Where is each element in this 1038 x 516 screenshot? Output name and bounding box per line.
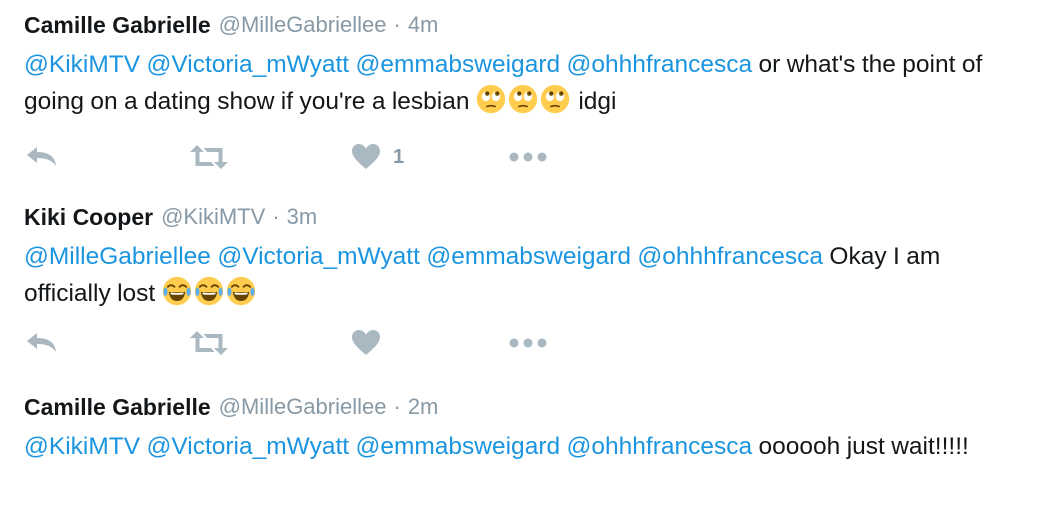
tweet-text: @MilleGabriellee @Victoria_mWyatt @emmab… (24, 238, 1018, 312)
rolling-eyes-emoji-icon (508, 84, 538, 114)
author-handle[interactable]: @KikiMTV (161, 204, 265, 230)
tweet-actions (24, 323, 584, 363)
reply-button[interactable] (24, 137, 58, 177)
retweet-icon (190, 331, 228, 355)
mention-link[interactable]: @Victoria_mWyatt (147, 433, 350, 460)
reply-icon (27, 333, 56, 352)
mention-link[interactable]: @ohhhfrancesca (637, 243, 823, 270)
tweet[interactable]: Camille Gabrielle @MilleGabriellee · 2m … (24, 388, 1018, 465)
mention-link[interactable]: @emmabsweigard (355, 51, 560, 78)
tears-of-joy-emoji-icon (194, 276, 223, 306)
reply-icon (27, 147, 56, 166)
mention-link[interactable]: @Victoria_mWyatt (147, 51, 350, 78)
separator-dot: · (393, 394, 401, 419)
mention-link[interactable]: @ohhhfrancesca (567, 433, 753, 460)
more-button[interactable] (508, 137, 548, 177)
mention-link[interactable]: @KikiMTV (24, 51, 140, 78)
tweet-text: @KikiMTV @Victoria_mWyatt @emmabsweigard… (24, 46, 1018, 120)
mention-link[interactable]: @ohhhfrancesca (567, 51, 753, 78)
tweet[interactable]: Kiki Cooper @KikiMTV · 3m @MilleGabriell… (24, 198, 1018, 355)
tweet-header: Kiki Cooper @KikiMTV · 3m (24, 198, 1018, 236)
retweet-button[interactable] (189, 323, 229, 363)
tears-of-joy-emoji-icon (162, 276, 191, 306)
heart-icon (352, 330, 380, 355)
mention-link[interactable]: @emmabsweigard (355, 433, 560, 460)
mention-link[interactable]: @emmabsweigard (426, 243, 631, 270)
mention-link[interactable]: @KikiMTV (24, 433, 140, 460)
emoji-group (476, 84, 572, 115)
more-icon (509, 152, 547, 162)
tears-of-joy-emoji-icon (226, 276, 255, 306)
tweet-text: @KikiMTV @Victoria_mWyatt @emmabsweigard… (24, 428, 1018, 465)
like-count: 1 (393, 145, 405, 168)
separator-dot: · (393, 12, 401, 37)
more-icon (509, 338, 547, 348)
timestamp[interactable]: 4m (408, 12, 439, 38)
mention-link[interactable]: @MilleGabriellee (24, 243, 211, 270)
tweet-body-suffix: idgi (578, 88, 617, 115)
timestamp[interactable]: 2m (408, 394, 439, 420)
rolling-eyes-emoji-icon (540, 84, 570, 114)
retweet-button[interactable] (189, 137, 229, 177)
reply-button[interactable] (24, 323, 58, 363)
tweet[interactable]: Camille Gabrielle @MilleGabriellee · 4m … (24, 6, 1018, 169)
tweet-feed: Camille Gabrielle @MilleGabriellee · 4m … (0, 0, 1038, 516)
separator-dot: · (272, 204, 280, 229)
author-name[interactable]: Kiki Cooper (24, 204, 153, 231)
mention-link[interactable]: @Victoria_mWyatt (217, 243, 420, 270)
tweet-body-text: oooooh just wait!!!!! (758, 433, 969, 460)
like-button[interactable] (351, 323, 381, 363)
rolling-eyes-emoji-icon (476, 84, 506, 114)
author-handle[interactable]: @MilleGabriellee (219, 12, 387, 38)
timestamp[interactable]: 3m (287, 204, 318, 230)
author-name[interactable]: Camille Gabrielle (24, 394, 211, 421)
tweet-header: Camille Gabrielle @MilleGabriellee · 4m (24, 6, 1018, 44)
tweet-actions: 1 (24, 137, 584, 177)
like-button[interactable]: 1 (351, 137, 404, 177)
heart-icon (352, 144, 380, 169)
author-name[interactable]: Camille Gabrielle (24, 12, 211, 39)
author-handle[interactable]: @MilleGabriellee (219, 394, 387, 420)
tweet-header: Camille Gabrielle @MilleGabriellee · 2m (24, 388, 1018, 426)
emoji-group (162, 276, 258, 307)
more-button[interactable] (508, 323, 548, 363)
retweet-icon (190, 145, 228, 169)
